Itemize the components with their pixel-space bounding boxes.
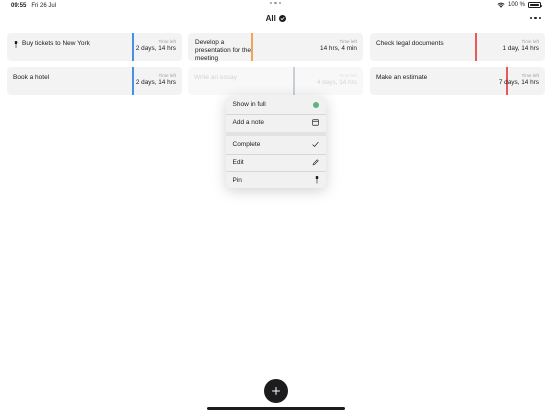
- status-time: 09:55: [11, 3, 27, 9]
- time-left-value: 4 days, 14 hrs: [316, 78, 357, 86]
- ellipsis-icon: [529, 17, 533, 20]
- time-left: Time left 7 days, 14 hrs: [499, 73, 539, 87]
- priority-bar: [293, 67, 295, 95]
- menu-item-add-note[interactable]: Add a note: [226, 114, 326, 132]
- menu-item-pin[interactable]: Pin: [226, 172, 326, 189]
- plus-icon: [272, 387, 280, 395]
- task-title-row: Write an essay: [194, 74, 237, 82]
- task-title: Write an essay: [194, 74, 237, 81]
- page-title: All: [265, 14, 276, 23]
- menu-item-show-in-full[interactable]: Show in full: [226, 96, 326, 114]
- calendar-icon: [312, 119, 319, 126]
- wifi-icon: [497, 2, 505, 8]
- task-card[interactable]: Check legal documents Time left 1 day, 1…: [370, 33, 545, 61]
- task-card[interactable]: Make an estimate Time left 7 days, 14 hr…: [370, 67, 545, 95]
- menu-item-label: Complete: [232, 141, 261, 149]
- filter-title-button[interactable]: All: [0, 14, 552, 23]
- task-card-selected[interactable]: Write an essay Time left 4 days, 14 hrs: [188, 67, 363, 95]
- checkmark-icon: [312, 142, 319, 148]
- battery-icon: [528, 2, 542, 8]
- more-button[interactable]: [529, 17, 541, 20]
- context-menu: Show in full Add a note Complete Edit Pi…: [226, 96, 326, 188]
- time-left: Time left 4 days, 14 hrs: [317, 73, 357, 87]
- time-left-value: 14 hrs, 4 min: [320, 44, 357, 52]
- task-title: Develop a presentation for the meeting: [195, 39, 252, 62]
- priority-bar: [475, 33, 477, 61]
- menu-item-label: Show in full: [232, 101, 266, 109]
- task-title: Book a hotel: [13, 74, 50, 81]
- task-title-row: Develop a presentation for the meeting: [195, 39, 255, 63]
- status-left: 09:55 Fri 26 Jul: [11, 3, 56, 9]
- add-task-button[interactable]: [264, 379, 288, 403]
- time-left: Time left 1 day, 14 hrs: [503, 39, 539, 53]
- task-title: Check legal documents: [376, 40, 444, 47]
- priority-bar: [251, 33, 253, 61]
- time-left-value: 1 day, 14 hrs: [502, 44, 539, 52]
- filter-check-icon: [278, 14, 287, 23]
- status-bar: 09:55 Fri 26 Jul 100 %: [0, 0, 552, 12]
- task-card[interactable]: Book a hotel Time left 2 days, 14 hrs: [7, 67, 182, 95]
- menu-item-label: Add a note: [232, 119, 264, 127]
- time-left: Time left 14 hrs, 4 min: [320, 39, 357, 53]
- task-card[interactable]: Buy tickets to New York Time left 2 days…: [7, 33, 182, 61]
- time-left-value: 2 days, 14 hrs: [135, 44, 176, 52]
- status-date: Fri 26 Jul: [31, 3, 57, 9]
- menu-item-label: Edit: [232, 159, 244, 167]
- task-title: Buy tickets to New York: [22, 40, 90, 47]
- pin-icon: [14, 40, 18, 48]
- time-left-value: 7 days, 14 hrs: [498, 78, 539, 86]
- status-right: 100 %: [497, 2, 542, 8]
- menu-item-complete[interactable]: Complete: [226, 136, 326, 154]
- priority-bar: [132, 33, 134, 61]
- task-card[interactable]: Develop a presentation for the meeting T…: [188, 33, 363, 63]
- task-title-row: Buy tickets to New York: [14, 40, 90, 48]
- time-left: Time left 2 days, 14 hrs: [136, 73, 176, 87]
- menu-item-edit[interactable]: Edit: [226, 154, 326, 172]
- task-title-row: Make an estimate: [376, 74, 427, 82]
- task-title-row: Check legal documents: [376, 40, 444, 48]
- task-title: Make an estimate: [376, 74, 428, 81]
- pin-icon: [315, 176, 319, 184]
- home-indicator[interactable]: [207, 407, 345, 410]
- time-left-value: 2 days, 14 hrs: [135, 78, 176, 86]
- task-title-row: Book a hotel: [13, 74, 49, 82]
- green-dot-icon: [313, 101, 319, 108]
- multitasking-dots[interactable]: [270, 2, 282, 5]
- battery-percent: 100 %: [507, 2, 525, 8]
- menu-item-label: Pin: [232, 176, 242, 184]
- pencil-icon: [312, 159, 319, 166]
- time-left: Time left 2 days, 14 hrs: [136, 39, 176, 53]
- priority-bar: [132, 67, 134, 95]
